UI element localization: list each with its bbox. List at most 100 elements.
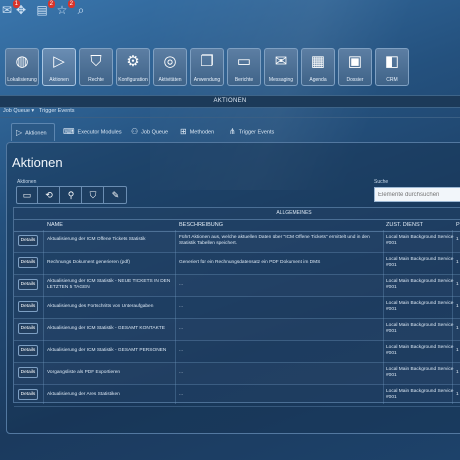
module-berichte[interactable]: ▭ Berichte <box>227 48 261 86</box>
report-icon: ▭ <box>236 53 252 70</box>
link-icon[interactable]: ⚲ <box>61 187 82 203</box>
move-icon[interactable]: ✥ <box>14 3 28 17</box>
keyboard-icon: ⌨ <box>63 127 75 136</box>
divider <box>0 117 460 118</box>
module-aktionen[interactable]: ▷ Aktionen <box>42 48 76 86</box>
module-messaging[interactable]: ✉ Messaging <box>264 48 298 86</box>
edit-list-icon[interactable]: ✎ <box>105 187 126 203</box>
details-button[interactable]: Details <box>18 367 38 378</box>
module-bar: ◍ Lokalisierung ▷ Aktionen ⛉ Rechte ⚙ Konfig… <box>0 48 460 88</box>
row-p: 1 <box>456 237 459 242</box>
globe-icon: ◍ <box>15 53 29 70</box>
users-icon: ⚇ <box>131 127 139 136</box>
row-p: 1 <box>456 392 459 397</box>
group-header: ALLGEMEINES <box>276 210 312 216</box>
calendar-icon: ▦ <box>310 53 326 70</box>
row-name: Aktualisierung der ICM Offene Tickets St… <box>47 237 146 242</box>
search-icon[interactable]: ⌕ <box>74 3 88 17</box>
details-button[interactable]: Details <box>18 257 38 268</box>
module-agenda[interactable]: ▦ Agenda <box>301 48 335 86</box>
mail-icon[interactable]: ✉ 1 <box>0 0 20 17</box>
row-description: ... <box>179 282 183 287</box>
breadcrumb-job-queue[interactable]: Job Queue ▾ <box>3 108 34 114</box>
row-description: ... <box>179 348 183 353</box>
row-p: 1 <box>456 282 459 287</box>
row-p: 1 <box>456 370 459 375</box>
row-description: ... <box>179 370 183 375</box>
table-row: Details Vorgangsliste als PDF Exportiere… <box>14 362 460 385</box>
row-p: 1 <box>456 260 459 265</box>
row-name: Rechnungs Dokument generieren (pdf) <box>47 260 130 265</box>
tab-job-queue[interactable]: ⚇ Job Queue <box>127 123 172 141</box>
row-description: Führt Aktionen aus, welche aktuellen Dat… <box>179 235 370 246</box>
section-title: AKTIONEN <box>0 95 460 108</box>
row-name: Vorgangsliste als PDF Exportieren <box>47 370 121 375</box>
document-icon[interactable]: ▤ 2 <box>35 0 55 17</box>
row-service: Local Main Background Service #001 <box>386 257 454 268</box>
shield-icon[interactable]: ⛉ <box>83 187 104 203</box>
module-lokalisierung[interactable]: ◍ Lokalisierung <box>5 48 39 86</box>
search-label: Suche <box>374 179 389 185</box>
sitemap-icon: ⊞ <box>180 127 187 136</box>
table-row: Details Aktualisierung der ICM Statistik… <box>14 318 460 341</box>
top-toolbar: ✉ 1 ✥ ▤ 2 ☆ 2 ⌕ <box>0 0 460 22</box>
module-crm[interactable]: ◧ CRM <box>375 48 409 86</box>
row-service: Local Main Background Service #001 <box>386 235 454 246</box>
row-p: 1 <box>456 304 459 309</box>
row-service: Local Main Background Service #001 <box>386 279 454 290</box>
details-button[interactable]: Details <box>18 235 38 246</box>
row-description: ... <box>179 326 183 331</box>
windows-icon: ❐ <box>200 53 214 70</box>
row-name: Aktualisierung des Fortschritts von Unte… <box>47 304 154 309</box>
table-row: Details Aktualisierung der Ares Statisti… <box>14 384 460 407</box>
row-service: Local Main Background Service #001 <box>386 389 454 400</box>
details-button[interactable]: Details <box>18 301 38 312</box>
breadcrumb-trigger-events[interactable]: Trigger Events <box>39 108 75 114</box>
action-toolbar: ▭ ⟲ ⚲ ⛉ ✎ <box>16 186 127 204</box>
tab-executor-modules[interactable]: ⌨ Executor Modules <box>59 123 126 141</box>
row-description: Generiert für ein Rechnungsdatensatz ein… <box>179 260 321 265</box>
tab-trigger-events[interactable]: ⋔ Trigger Events <box>225 123 278 141</box>
row-p: 1 <box>456 348 459 353</box>
details-button[interactable]: Details <box>18 323 38 334</box>
row-name: Aktualisierung der ICM Statistik - NEUE … <box>47 279 171 290</box>
tab-aktionen[interactable]: ▷ Aktionen <box>11 123 55 141</box>
star-icon[interactable]: ☆ 2 <box>55 0 75 17</box>
row-name: Aktualisierung der ICM Statistik - GESAM… <box>47 348 167 353</box>
module-aktivitaeten[interactable]: ◎ Aktivitäten <box>153 48 187 86</box>
toolbar-label: Aktionen <box>17 179 37 185</box>
row-service: Local Main Background Service #001 <box>386 367 454 378</box>
notification-badge: 2 <box>47 0 55 8</box>
table-row: Details Aktualisierung der ICM Statistik… <box>14 340 460 363</box>
contact-card-icon: ◧ <box>384 53 400 70</box>
play-icon: ▷ <box>53 53 65 70</box>
table-row: Details Aktualisierung der ICM Statistik… <box>14 274 460 297</box>
table-row: Details Aktualisierung des Fortschritts … <box>14 296 460 319</box>
details-button[interactable]: Details <box>18 279 38 290</box>
row-name: Aktualisierung der ICM Statistik - GESAM… <box>47 326 165 331</box>
actions-table: ALLGEMEINES NAME BESCHREIBUNG ZUST. DIEN… <box>13 207 460 407</box>
search-input[interactable] <box>374 187 460 202</box>
module-rechte[interactable]: ⛉ Rechte <box>79 48 113 86</box>
tab-methoden[interactable]: ⊞ Methoden <box>176 123 218 141</box>
details-button[interactable]: Details <box>18 389 38 400</box>
trigger-icon: ⋔ <box>229 127 236 136</box>
envelope-icon: ✉ <box>274 53 288 70</box>
table-row: Details Aktualisierung der ICM Offene Ti… <box>14 230 460 253</box>
play-icon: ▷ <box>16 128 23 137</box>
row-service: Local Main Background Service #001 <box>386 301 454 312</box>
module-anwendung[interactable]: ❐ Anwendung <box>190 48 224 86</box>
module-konfiguration[interactable]: ⚙ Konfiguration <box>116 48 150 86</box>
row-description: ... <box>179 392 183 397</box>
monitor-icon[interactable]: ▭ <box>17 187 38 203</box>
refresh-icon[interactable]: ⟲ <box>39 187 60 203</box>
row-p: 1 <box>456 326 459 331</box>
details-button[interactable]: Details <box>18 345 38 356</box>
row-name: Aktualisierung der Ares Statistiken <box>47 392 120 397</box>
target-icon: ◎ <box>163 53 177 70</box>
module-dossier[interactable]: ▣ Dossier <box>338 48 372 86</box>
page-title: Aktionen <box>12 155 63 170</box>
row-service: Local Main Background Service #001 <box>386 345 454 356</box>
row-service: Local Main Background Service #001 <box>386 323 454 334</box>
archive-icon: ▣ <box>347 53 363 70</box>
